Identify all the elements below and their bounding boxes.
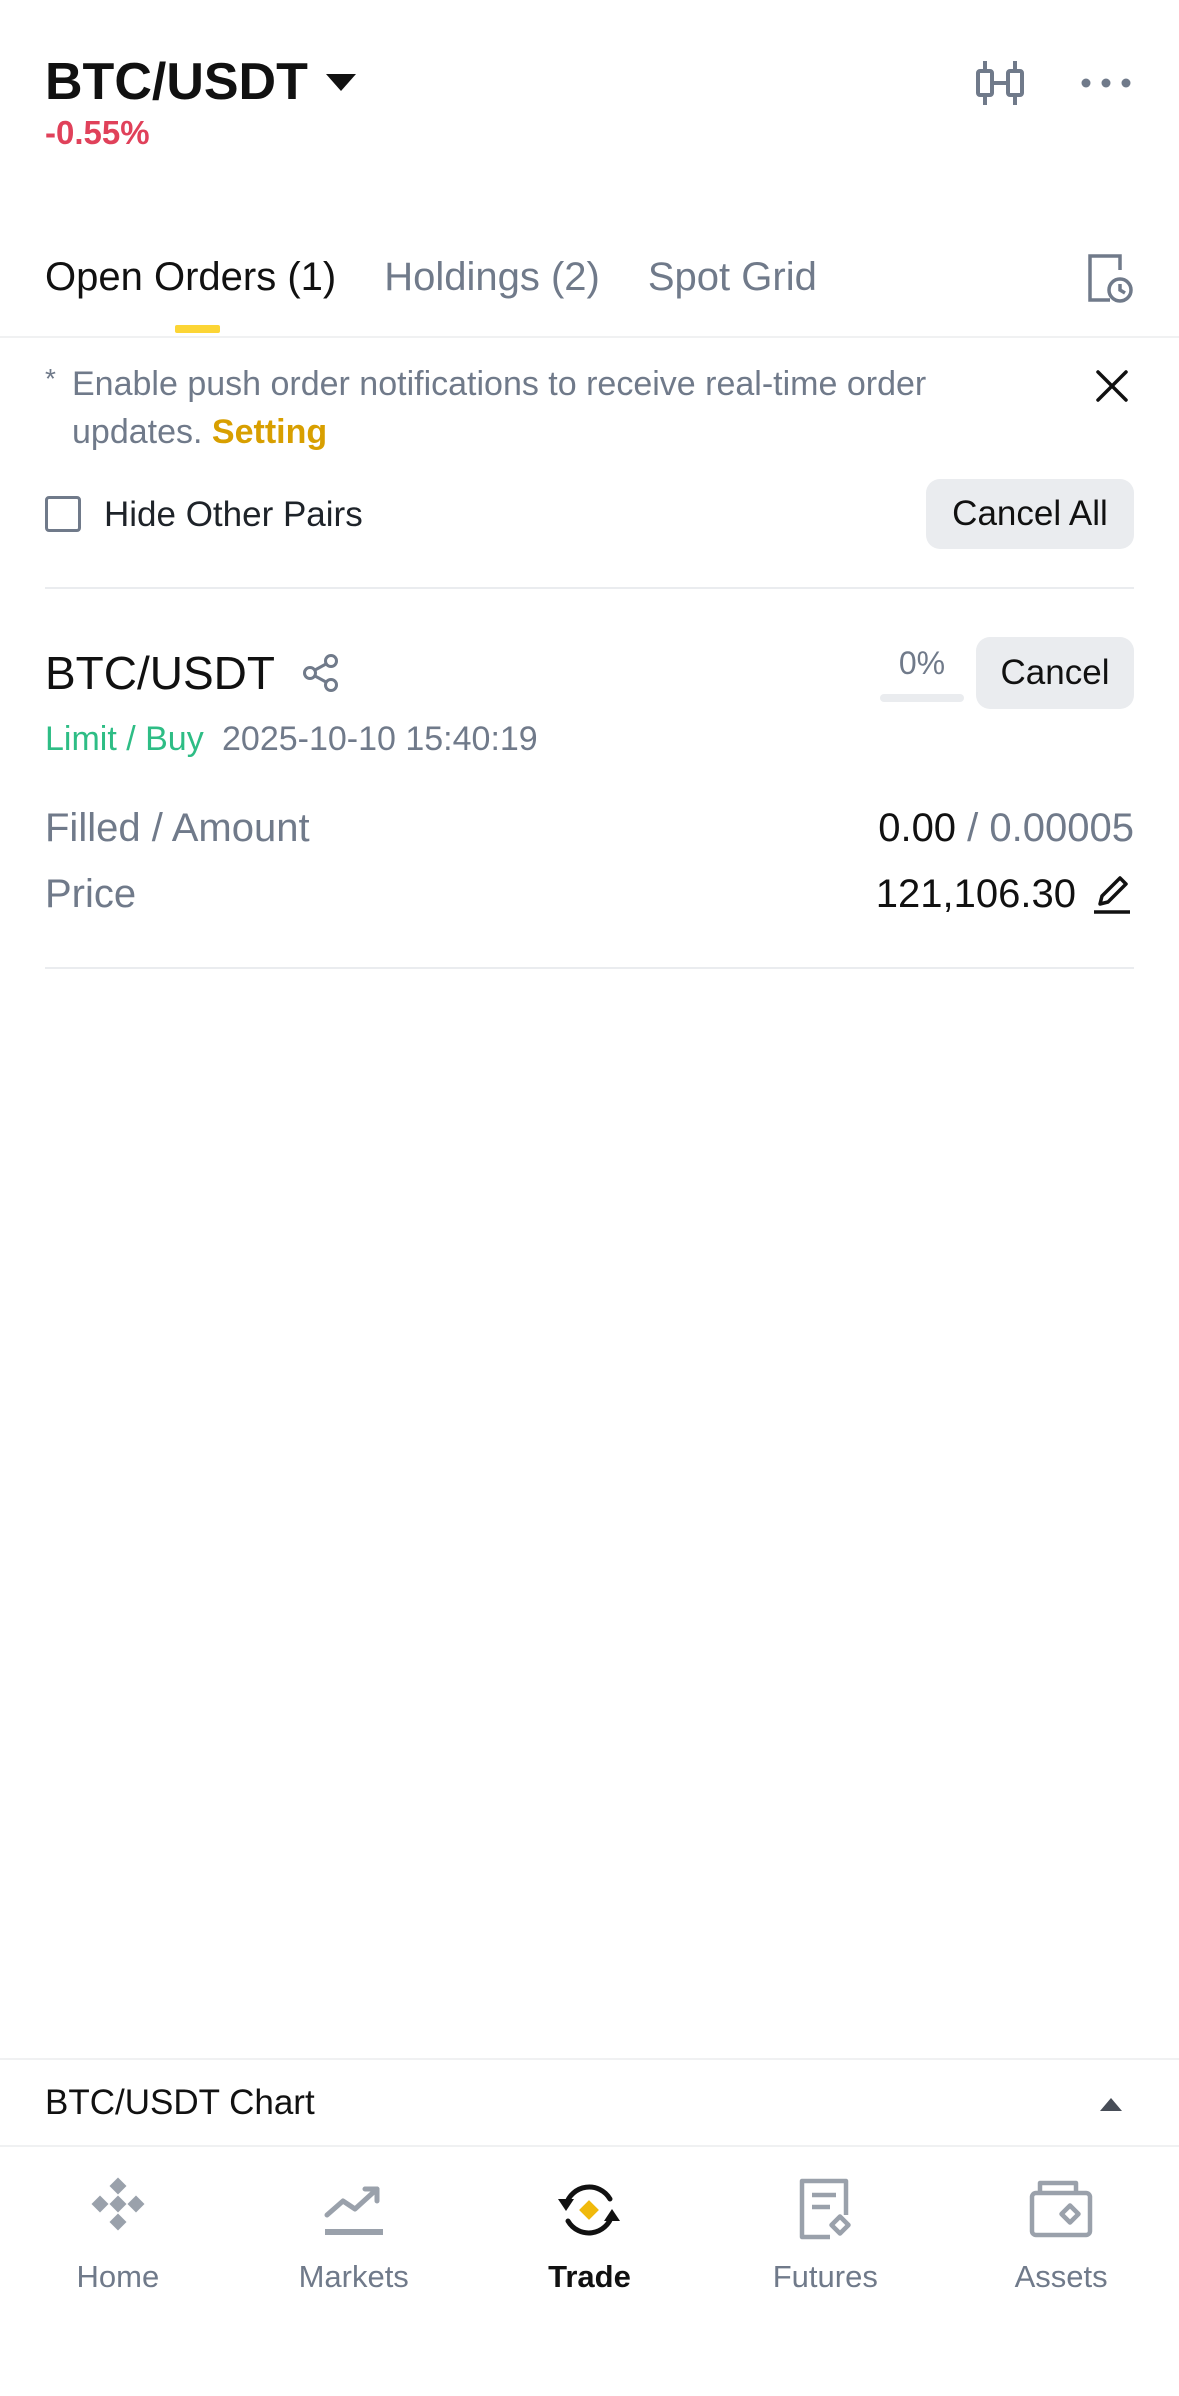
- order-time: 2025-10-10 15:40:19: [222, 720, 538, 758]
- caret-down-icon: [325, 73, 356, 91]
- cancel-order-button[interactable]: Cancel: [976, 637, 1134, 709]
- notice-text: Enable push order notifications to recei…: [72, 365, 927, 451]
- nav-markets-label: Markets: [298, 2259, 409, 2294]
- fill-progress-track: [880, 694, 964, 702]
- hide-other-pairs-label: Hide Other Pairs: [104, 495, 363, 534]
- notice-asterisk: *: [45, 363, 56, 394]
- nav-futures[interactable]: Futures: [707, 2147, 943, 2396]
- price-label: Price: [45, 872, 137, 916]
- trade-icon: [558, 2184, 621, 2236]
- nav-home[interactable]: Home: [0, 2147, 236, 2396]
- tab-divider: [0, 336, 1179, 338]
- price-change: -0.55%: [45, 114, 150, 151]
- divider: [45, 967, 1134, 969]
- push-notice: * Enable push order notifications to rec…: [45, 360, 1025, 456]
- fill-progress-label: 0%: [898, 645, 946, 681]
- close-icon[interactable]: [1090, 364, 1134, 408]
- assets-icon: [1029, 2180, 1093, 2238]
- nav-assets-label: Assets: [1014, 2259, 1108, 2294]
- nav-futures-label: Futures: [772, 2259, 878, 2294]
- price-value: 121,106.30: [875, 872, 1076, 916]
- separator: /: [956, 806, 990, 850]
- nav-assets[interactable]: Assets: [943, 2147, 1179, 2396]
- tab-open-orders[interactable]: Open Orders (1): [45, 255, 336, 333]
- more-icon[interactable]: [1078, 55, 1134, 111]
- nav-trade-label: Trade: [548, 2259, 631, 2294]
- order-pair: BTC/USDT: [45, 647, 275, 699]
- nav-markets[interactable]: Markets: [236, 2147, 472, 2396]
- divider: [0, 2058, 1179, 2060]
- markets-icon: [324, 2186, 383, 2235]
- pair-title: BTC/USDT: [45, 53, 308, 111]
- amount-value: 0.00005: [989, 806, 1134, 850]
- filled-value: 0.00: [878, 806, 957, 850]
- chart-toggle-label[interactable]: BTC/USDT Chart: [45, 2083, 315, 2123]
- filled-amount-label: Filled / Amount: [45, 806, 310, 850]
- share-icon[interactable]: [300, 652, 342, 694]
- order-tabs: Open Orders (1) Holdings (2) Spot Grid: [45, 255, 817, 333]
- nav-trade[interactable]: Trade: [472, 2147, 708, 2396]
- cancel-all-button[interactable]: Cancel All: [926, 479, 1134, 549]
- caret-up-icon[interactable]: [1100, 2098, 1122, 2111]
- candlestick-icon[interactable]: [972, 55, 1028, 111]
- edit-icon[interactable]: [1090, 872, 1134, 916]
- tab-holdings[interactable]: Holdings (2): [384, 255, 600, 300]
- hide-other-pairs-checkbox[interactable]: [45, 496, 81, 532]
- filled-amount-value: 0.00 / 0.00005: [878, 806, 1134, 851]
- tab-spot-grid[interactable]: Spot Grid: [648, 255, 817, 300]
- futures-icon: [800, 2178, 852, 2240]
- nav-home-label: Home: [76, 2259, 160, 2294]
- order-type: Limit / Buy: [45, 720, 204, 758]
- bottom-nav: Home Markets Trade Futures Assets: [0, 2147, 1179, 2396]
- order-history-icon[interactable]: [1080, 250, 1136, 306]
- divider: [45, 587, 1134, 589]
- pair-selector[interactable]: BTC/USDT: [45, 52, 356, 112]
- home-icon: [91, 2177, 145, 2231]
- setting-link[interactable]: Setting: [212, 413, 327, 451]
